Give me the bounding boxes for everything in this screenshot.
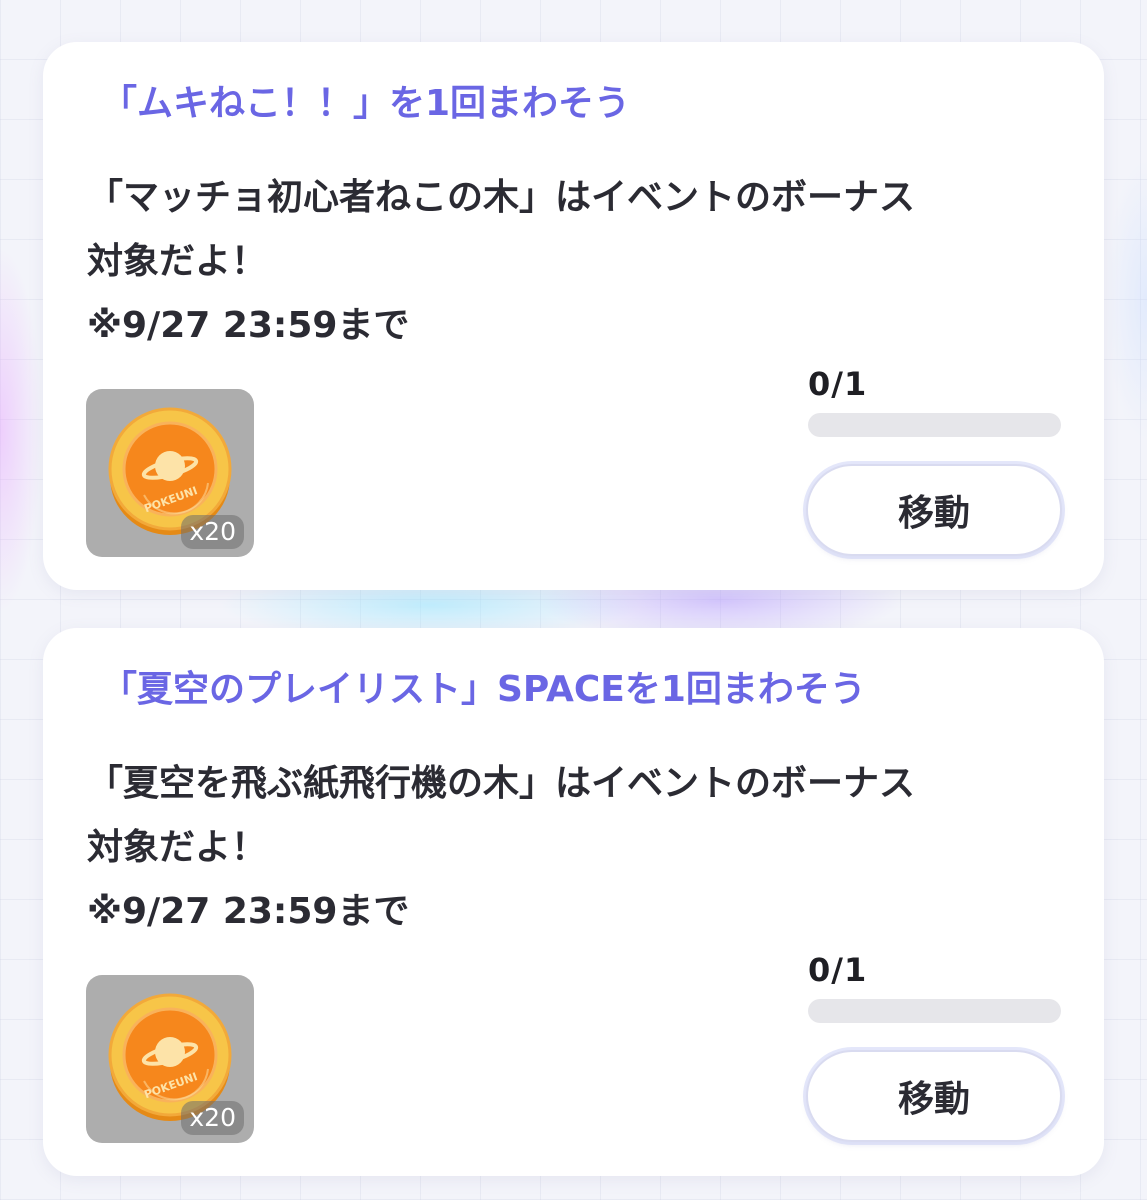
move-button[interactable]: 移動 bbox=[806, 464, 1062, 556]
mission-description-line: 対象だよ！ bbox=[87, 241, 268, 282]
progress-bar bbox=[808, 999, 1061, 1023]
mission-deadline: ※9/27 23:59まで bbox=[87, 891, 410, 932]
progress-count: 0/1 bbox=[808, 365, 868, 403]
reward-item: POKEUNI x20 bbox=[86, 389, 254, 557]
mission-card: 「ムキねこ！！」を1回まわそう 「マッチョ初心者ねこの木」はイベントのボーナス … bbox=[43, 42, 1104, 590]
reward-quantity: x20 bbox=[181, 515, 244, 549]
mission-deadline: ※9/27 23:59まで bbox=[87, 305, 410, 346]
mission-description: 「マッチョ初心者ねこの木」はイベントのボーナス 対象だよ！ ※9/27 23:5… bbox=[87, 166, 1077, 358]
move-button[interactable]: 移動 bbox=[806, 1050, 1062, 1142]
mission-title: 「ムキねこ！！」を1回まわそう bbox=[101, 83, 631, 124]
progress-count: 0/1 bbox=[808, 951, 868, 989]
mission-description-line: 「マッチョ初心者ねこの木」はイベントのボーナス bbox=[87, 177, 916, 218]
mission-title: 「夏空のプレイリスト」SPACEを1回まわそう bbox=[101, 669, 866, 710]
mission-description-line: 対象だよ！ bbox=[87, 827, 268, 868]
progress-bar bbox=[808, 413, 1061, 437]
reward-item: POKEUNI x20 bbox=[86, 975, 254, 1143]
mission-card: 「夏空のプレイリスト」SPACEを1回まわそう 「夏空を飛ぶ紙飛行機の木」はイベ… bbox=[43, 628, 1104, 1176]
mission-description: 「夏空を飛ぶ紙飛行機の木」はイベントのボーナス 対象だよ！ ※9/27 23:5… bbox=[87, 752, 1077, 944]
mission-description-line: 「夏空を飛ぶ紙飛行機の木」はイベントのボーナス bbox=[87, 763, 916, 804]
reward-quantity: x20 bbox=[181, 1101, 244, 1135]
